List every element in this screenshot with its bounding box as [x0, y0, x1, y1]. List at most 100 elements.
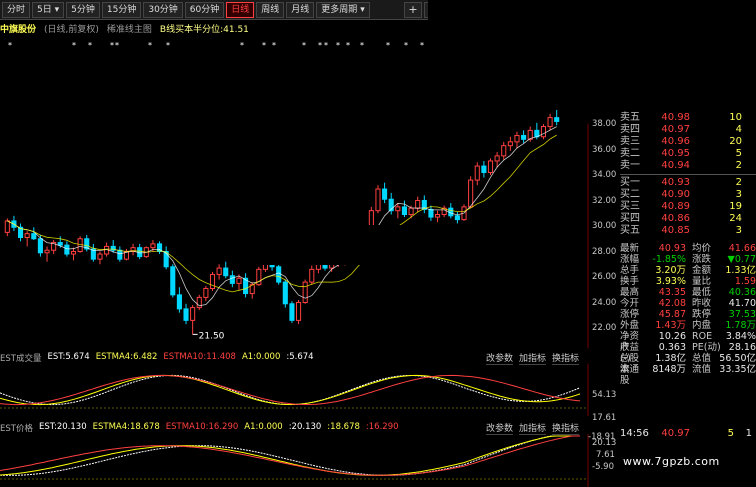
candle [130, 243, 136, 256]
quote-label: 均价 [692, 243, 712, 254]
candle [90, 243, 96, 262]
period-button-5day[interactable]: 5日 ▾ [32, 1, 65, 18]
candle [70, 247, 77, 261]
candle-body-up [375, 188, 381, 212]
quote-row: 流通股 8148万 流值 33.35亿 [620, 364, 756, 386]
candle [547, 113, 553, 131]
period-button-30min[interactable]: 30分钟 [143, 1, 183, 18]
zoom-in-icon[interactable]: + [404, 2, 422, 18]
candle [84, 234, 90, 252]
quote-label: 内盘 [692, 320, 712, 331]
quote-row: 收益(-) 0.363 PE(动) 28.16 [620, 342, 756, 364]
ob-level: 卖三 [620, 136, 640, 147]
quote-value: -1.85% [652, 254, 686, 265]
quote-value: 28.16 [728, 342, 756, 353]
period-button-more[interactable]: 更多周期 ▾ [316, 1, 370, 18]
indicator-line [0, 374, 581, 406]
quote-panel: 最新 40.93 均价 41.66 涨幅 -1.85% 涨跌 ▼0.77 总手 3.20万 金额 1.… [620, 243, 756, 386]
period-label-more: 更多周期 [321, 4, 358, 15]
signal-star: * [346, 41, 350, 50]
ask-row: 卖三 40.96 20 [620, 136, 756, 148]
period-button-intraday[interactable]: 分时 [2, 1, 31, 18]
candle-body-up [216, 267, 222, 275]
candle [428, 205, 434, 221]
signal-star: * [110, 41, 114, 50]
quote-value: 1.33亿 [725, 265, 756, 276]
candle-body-down [481, 165, 487, 173]
quote-value: 37.53 [728, 309, 756, 320]
ob-price: 40.89 [661, 201, 690, 212]
period-button-weekly[interactable]: 周线 [256, 1, 285, 18]
quote-label: 收益(-) [620, 342, 640, 364]
quote-row: 换手 3.93% 量比 1.59 [620, 276, 756, 287]
period-label-5day: 5日 [37, 4, 52, 15]
change-params-button[interactable]: 改参数 [486, 421, 514, 435]
signal-star: * [404, 41, 408, 50]
switch-indicator-button[interactable]: 换指标 [552, 351, 580, 365]
candle [170, 264, 176, 298]
candle-body-down [276, 266, 282, 283]
period-button-monthly[interactable]: 月线 [286, 1, 315, 18]
candle [474, 162, 480, 186]
candle-body-up [190, 307, 196, 321]
candle-body-down [401, 206, 408, 216]
quote-row: 今开 42.08 昨收 41.70 [620, 298, 756, 309]
quote-value: 3.84% [725, 331, 756, 342]
ind-indicator-chart[interactable] [0, 434, 615, 487]
ind-extra1-value: :20.130 [288, 422, 322, 432]
add-indicator-button[interactable]: 加指标 [519, 421, 547, 435]
price-axis-label: 38.00 [592, 119, 617, 129]
vol-indicator-chart[interactable] [0, 364, 615, 416]
period-button-daily[interactable]: 日线 [226, 1, 255, 18]
ob-price: 40.93 [661, 177, 690, 188]
candle [382, 182, 388, 204]
candle-body-up [309, 268, 315, 283]
quote-label: 最新 [620, 243, 640, 254]
period-button-15min[interactable]: 15分钟 [101, 1, 142, 18]
candle-body-down [282, 281, 288, 305]
quote-value: 3.93% [655, 276, 686, 287]
switch-indicator-button[interactable]: 换指标 [552, 421, 580, 435]
ind-extra2-value: :18.678 [327, 422, 360, 432]
signal-star: * [166, 41, 170, 50]
candle [388, 192, 394, 215]
candle [468, 176, 474, 209]
candle [44, 246, 50, 262]
signal-star: * [72, 41, 76, 50]
candle [176, 287, 182, 313]
ob-volume: 20 [729, 136, 742, 147]
quote-label: 最低 [692, 287, 712, 298]
candle [51, 240, 57, 255]
candle-body-up [494, 155, 500, 162]
candle [415, 196, 421, 212]
ob-level: 卖二 [620, 148, 640, 159]
period-button-60min[interactable]: 60分钟 [184, 1, 225, 18]
candle-body-up [24, 233, 30, 238]
ask-row: 卖四 40.97 4 [620, 124, 756, 136]
candle [401, 200, 408, 218]
quote-value: 1.43万 [655, 320, 686, 331]
quote-row: 最新 40.93 均价 41.66 [620, 243, 756, 254]
candle-body-up [209, 273, 216, 289]
candle-body-down [117, 249, 123, 260]
change-params-button[interactable]: 改参数 [486, 351, 514, 365]
period-button-5min[interactable]: 5分钟 [66, 1, 100, 18]
candle [156, 241, 163, 255]
ob-level: 买一 [620, 177, 640, 188]
quote-label: 跌停 [692, 309, 712, 320]
quote-label: 外盘 [620, 320, 640, 331]
quote-row: 净资产 10.26 ROE 3.84% [620, 331, 756, 353]
signal-star: * [262, 41, 266, 50]
candle [123, 248, 130, 261]
stock-name: 中旗股份 [0, 25, 37, 35]
price-axis-label: 32.00 [592, 195, 617, 206]
candle [216, 264, 222, 280]
candle [501, 141, 507, 160]
tick-flag: 1 [745, 428, 752, 439]
candle [203, 285, 209, 302]
add-indicator-button[interactable]: 加指标 [519, 351, 547, 365]
vol-a1-value: A1:0.000 [241, 352, 281, 362]
candle [295, 299, 302, 325]
vol-extra-value: :5.674 [286, 352, 314, 362]
ob-volume: 5 [735, 148, 742, 159]
